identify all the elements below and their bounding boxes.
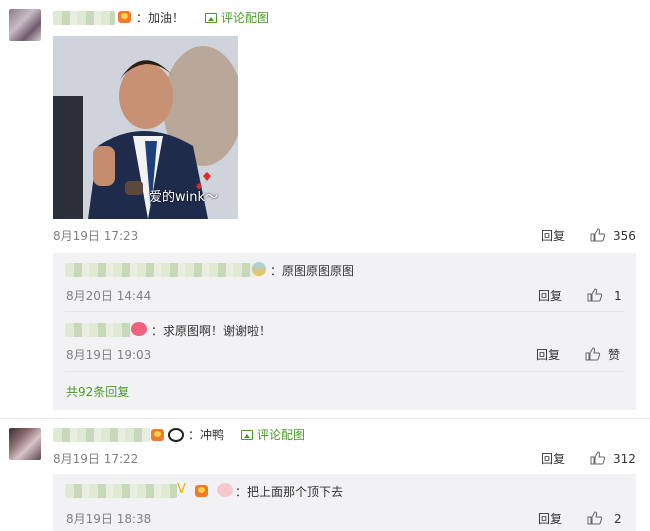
image-icon	[205, 13, 217, 23]
thumbs-up-icon[interactable]	[590, 228, 606, 242]
reply-text: ：把上面那个顶下去	[235, 485, 344, 499]
comment-text: ：冲鸭	[188, 428, 225, 442]
reply-button[interactable]: 回复	[541, 452, 565, 466]
user-avatar[interactable]	[9, 428, 41, 460]
add-image-link[interactable]: 评论配图	[221, 11, 269, 25]
divider	[65, 311, 624, 312]
more-replies-link[interactable]: 共92条回复	[66, 385, 129, 399]
reply-time[interactable]: 8月19日 18:38	[66, 512, 151, 526]
panda-emoji-icon	[168, 428, 184, 442]
add-image-link[interactable]: 评论配图	[257, 428, 305, 442]
like-count[interactable]: 312	[613, 452, 636, 466]
emoji-icon	[131, 322, 147, 336]
pig-emoji-icon	[217, 483, 233, 497]
reply-username-blurred[interactable]	[65, 263, 260, 277]
reply-button[interactable]: 回复	[538, 289, 562, 303]
image-icon	[241, 430, 253, 440]
username-blurred[interactable]	[53, 11, 115, 25]
comment-separator	[0, 418, 650, 419]
reply-username-blurred[interactable]	[65, 484, 177, 498]
reply-time[interactable]: 8月19日 19:03	[66, 348, 151, 362]
thumbs-up-icon[interactable]	[590, 451, 606, 465]
image-caption: 爱的wink～	[149, 190, 219, 205]
thumbs-up-icon[interactable]	[585, 347, 601, 361]
divider	[65, 371, 624, 372]
comment-image[interactable]: 爱的wink～	[53, 36, 238, 219]
like-count[interactable]: 2	[614, 512, 622, 526]
thumbs-up-icon[interactable]	[587, 511, 603, 525]
verified-v-icon: V	[177, 482, 186, 497]
like-label[interactable]: 赞	[608, 348, 620, 362]
like-count[interactable]: 1	[614, 289, 622, 303]
username-blurred[interactable]	[53, 428, 150, 442]
like-count[interactable]: 356	[613, 229, 636, 243]
vip-badge-icon	[195, 485, 208, 497]
comment-text: ：加油！	[136, 11, 185, 25]
thumbs-up-icon[interactable]	[587, 288, 603, 302]
reply-username-blurred[interactable]	[65, 323, 131, 337]
user-avatar[interactable]	[9, 9, 41, 41]
emoji-icon	[252, 262, 266, 276]
reply-time[interactable]: 8月20日 14:44	[66, 289, 151, 303]
replies-panel: ：原图原图原图 8月20日 14:44 回复 1 ：求原图啊！谢谢啦！ 8月19…	[53, 253, 636, 410]
vip-badge-icon	[151, 429, 164, 441]
reply-text: ：求原图啊！谢谢啦！	[151, 324, 272, 338]
replies-panel: V ：把上面那个顶下去 8月19日 18:38 回复 2	[53, 474, 636, 531]
comment-time[interactable]: 8月19日 17:23	[53, 229, 138, 243]
reply-button[interactable]: 回复	[538, 512, 562, 526]
vip-badge-icon	[118, 11, 131, 23]
reply-button[interactable]: 回复	[541, 229, 565, 243]
reply-button[interactable]: 回复	[536, 348, 560, 362]
reply-text: ：原图原图原图	[270, 264, 355, 278]
comment-time[interactable]: 8月19日 17:22	[53, 452, 138, 466]
